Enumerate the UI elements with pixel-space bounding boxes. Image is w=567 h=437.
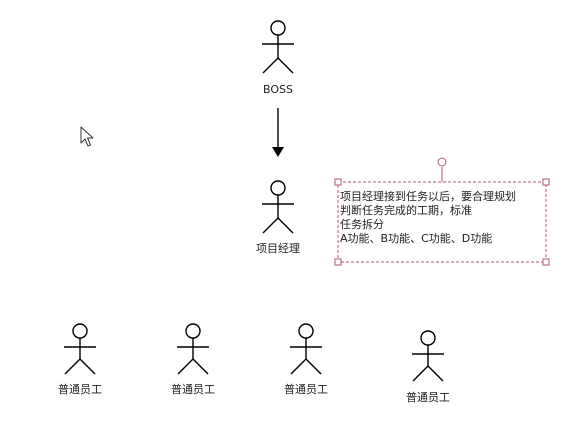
note-resize-handle-tl[interactable] [334, 178, 342, 186]
actor-employee-2[interactable] [177, 323, 209, 375]
actor-employee-4-label: 普通员工 [406, 390, 450, 404]
actor-employee-1[interactable] [64, 323, 96, 375]
note-resize-handle-tr[interactable] [542, 178, 550, 186]
note-line: 判断任务完成的工期，标准 [340, 204, 472, 217]
actor-manager-label: 项目经理 [256, 242, 300, 255]
note-line: A功能、B功能、C功能、D功能 [340, 232, 493, 245]
cursor-icon [80, 126, 94, 147]
actor-employee-4[interactable] [412, 330, 444, 382]
actor-employee-1-label: 普通员工 [58, 382, 102, 396]
actor-employee-3-label: 普通员工 [284, 382, 328, 396]
note-text[interactable]: 项目经理接到任务以后，要合理规划 判断任务完成的工期，标准 任务拆分 A功能、B… [340, 190, 546, 246]
actor-boss[interactable] [262, 20, 294, 74]
actor-manager[interactable] [262, 180, 294, 234]
note-resize-handle-br[interactable] [542, 258, 550, 266]
actor-employee-2-label: 普通员工 [171, 382, 215, 396]
actor-boss-label: BOSS [263, 83, 293, 96]
note-rotate-handle[interactable] [437, 157, 447, 167]
note-line: 任务拆分 [340, 218, 384, 231]
actor-employee-3[interactable] [290, 323, 322, 375]
note-line: 项目经理接到任务以后，要合理规划 [340, 190, 516, 203]
note-resize-handle-bl[interactable] [334, 258, 342, 266]
